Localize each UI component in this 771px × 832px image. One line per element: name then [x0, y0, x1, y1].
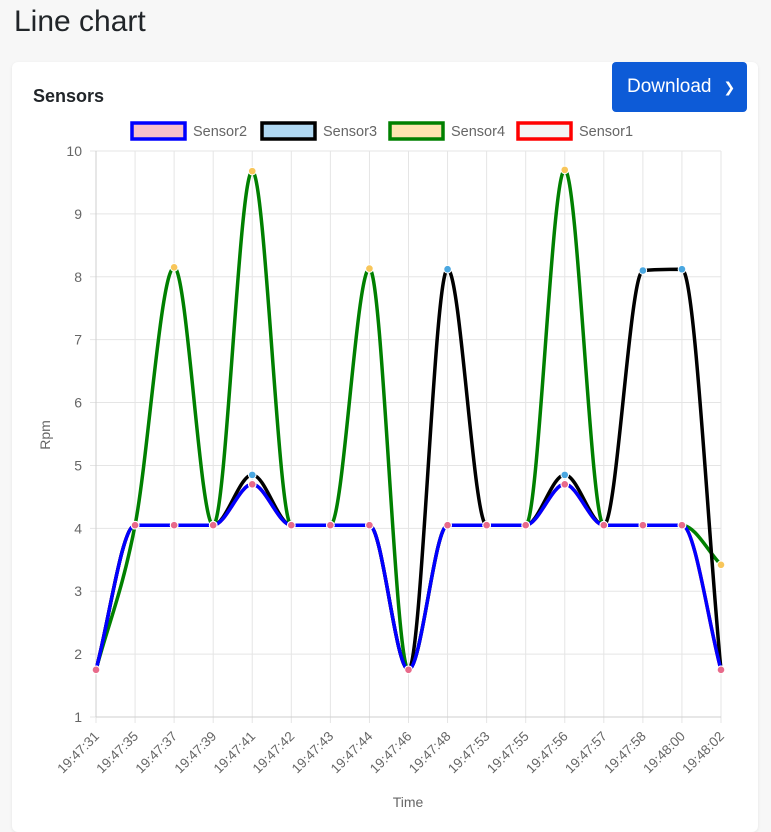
data-point-sensor2[interactable]	[404, 665, 413, 675]
x-tick-label: 19:47:39	[172, 729, 220, 777]
x-tick-label: 19:47:46	[367, 729, 415, 777]
data-point-sensor2[interactable]	[521, 520, 530, 530]
x-tick-label: 19:47:35	[93, 729, 141, 777]
legend-label-sensor4[interactable]: Sensor4	[451, 124, 505, 140]
data-point-sensor3[interactable]	[443, 264, 452, 274]
data-point-sensor3[interactable]	[638, 266, 648, 275]
data-point-sensor2[interactable]	[208, 520, 218, 530]
x-tick-label: 19:47:57	[562, 729, 610, 777]
line-chart: 1234567891019:47:3119:47:3519:47:3719:47…	[37, 121, 727, 810]
data-point-sensor3[interactable]	[560, 470, 570, 480]
y-axis-label: Rpm	[37, 420, 53, 450]
y-tick-label: 6	[74, 395, 82, 411]
legend-swatch-sensor1[interactable]	[516, 121, 573, 141]
data-point-sensor3[interactable]	[677, 264, 687, 274]
data-point-sensor4[interactable]	[716, 560, 726, 570]
x-tick-label: 19:47:56	[523, 729, 571, 777]
x-tick-label: 19:47:43	[289, 729, 337, 777]
data-point-sensor2[interactable]	[287, 520, 296, 530]
y-tick-label: 3	[74, 583, 82, 599]
data-point-sensor2[interactable]	[677, 520, 687, 530]
data-point-sensor2[interactable]	[247, 480, 257, 489]
y-tick-label: 7	[74, 332, 82, 348]
legend-label-sensor3[interactable]: Sensor3	[323, 124, 377, 140]
data-point-sensor2[interactable]	[599, 520, 609, 530]
legend-label-sensor2[interactable]: Sensor2	[193, 124, 247, 140]
y-tick-label: 8	[74, 269, 82, 285]
x-tick-label: 19:47:44	[328, 728, 376, 776]
x-tick-label: 19:47:58	[601, 729, 649, 777]
data-point-sensor2[interactable]	[91, 665, 101, 675]
x-tick-label: 19:47:53	[445, 729, 493, 777]
legend-swatch-sensor4[interactable]	[388, 121, 445, 141]
data-point-sensor2[interactable]	[560, 480, 570, 489]
x-tick-label: 19:47:41	[211, 729, 259, 777]
data-point-sensor2[interactable]	[326, 520, 335, 530]
x-tick-label: 19:48:00	[640, 729, 688, 777]
data-point-sensor2[interactable]	[443, 520, 452, 530]
x-tick-label: 19:47:31	[54, 729, 102, 777]
data-point-sensor2[interactable]	[716, 665, 726, 675]
y-tick-label: 1	[74, 709, 82, 725]
x-tick-label: 19:47:55	[484, 729, 532, 777]
data-point-sensor4[interactable]	[247, 166, 257, 176]
chart-axes: 1234567891019:47:3119:47:3519:47:3719:47…	[54, 143, 727, 776]
data-point-sensor2[interactable]	[365, 520, 374, 530]
y-tick-label: 10	[66, 143, 82, 159]
data-point-sensor4[interactable]	[365, 264, 374, 273]
data-point-sensor4[interactable]	[560, 165, 570, 175]
chart-grid	[90, 150, 722, 723]
data-point-sensor4[interactable]	[169, 263, 179, 272]
y-tick-label: 2	[74, 646, 82, 662]
data-point-sensor3[interactable]	[247, 470, 257, 480]
chart-legend: Sensor2 Sensor3 Sensor4 Sensor1	[130, 121, 633, 141]
legend-swatch-sensor3[interactable]	[260, 121, 317, 141]
data-point-sensor2[interactable]	[638, 520, 648, 530]
data-point-sensor2[interactable]	[482, 520, 491, 530]
x-tick-label: 19:48:02	[679, 729, 727, 777]
x-tick-label: 19:47:42	[250, 729, 298, 777]
x-axis-label: Time	[393, 794, 424, 810]
legend-swatch-sensor2[interactable]	[130, 121, 187, 141]
data-point-sensor2[interactable]	[169, 520, 179, 530]
legend-label-sensor1[interactable]: Sensor1	[579, 124, 633, 140]
x-tick-label: 19:47:37	[132, 729, 180, 777]
x-tick-label: 19:47:48	[406, 729, 454, 777]
data-point-sensor2[interactable]	[130, 520, 140, 530]
y-tick-label: 9	[74, 206, 82, 222]
y-tick-label: 5	[74, 457, 82, 473]
y-tick-label: 4	[74, 520, 82, 536]
